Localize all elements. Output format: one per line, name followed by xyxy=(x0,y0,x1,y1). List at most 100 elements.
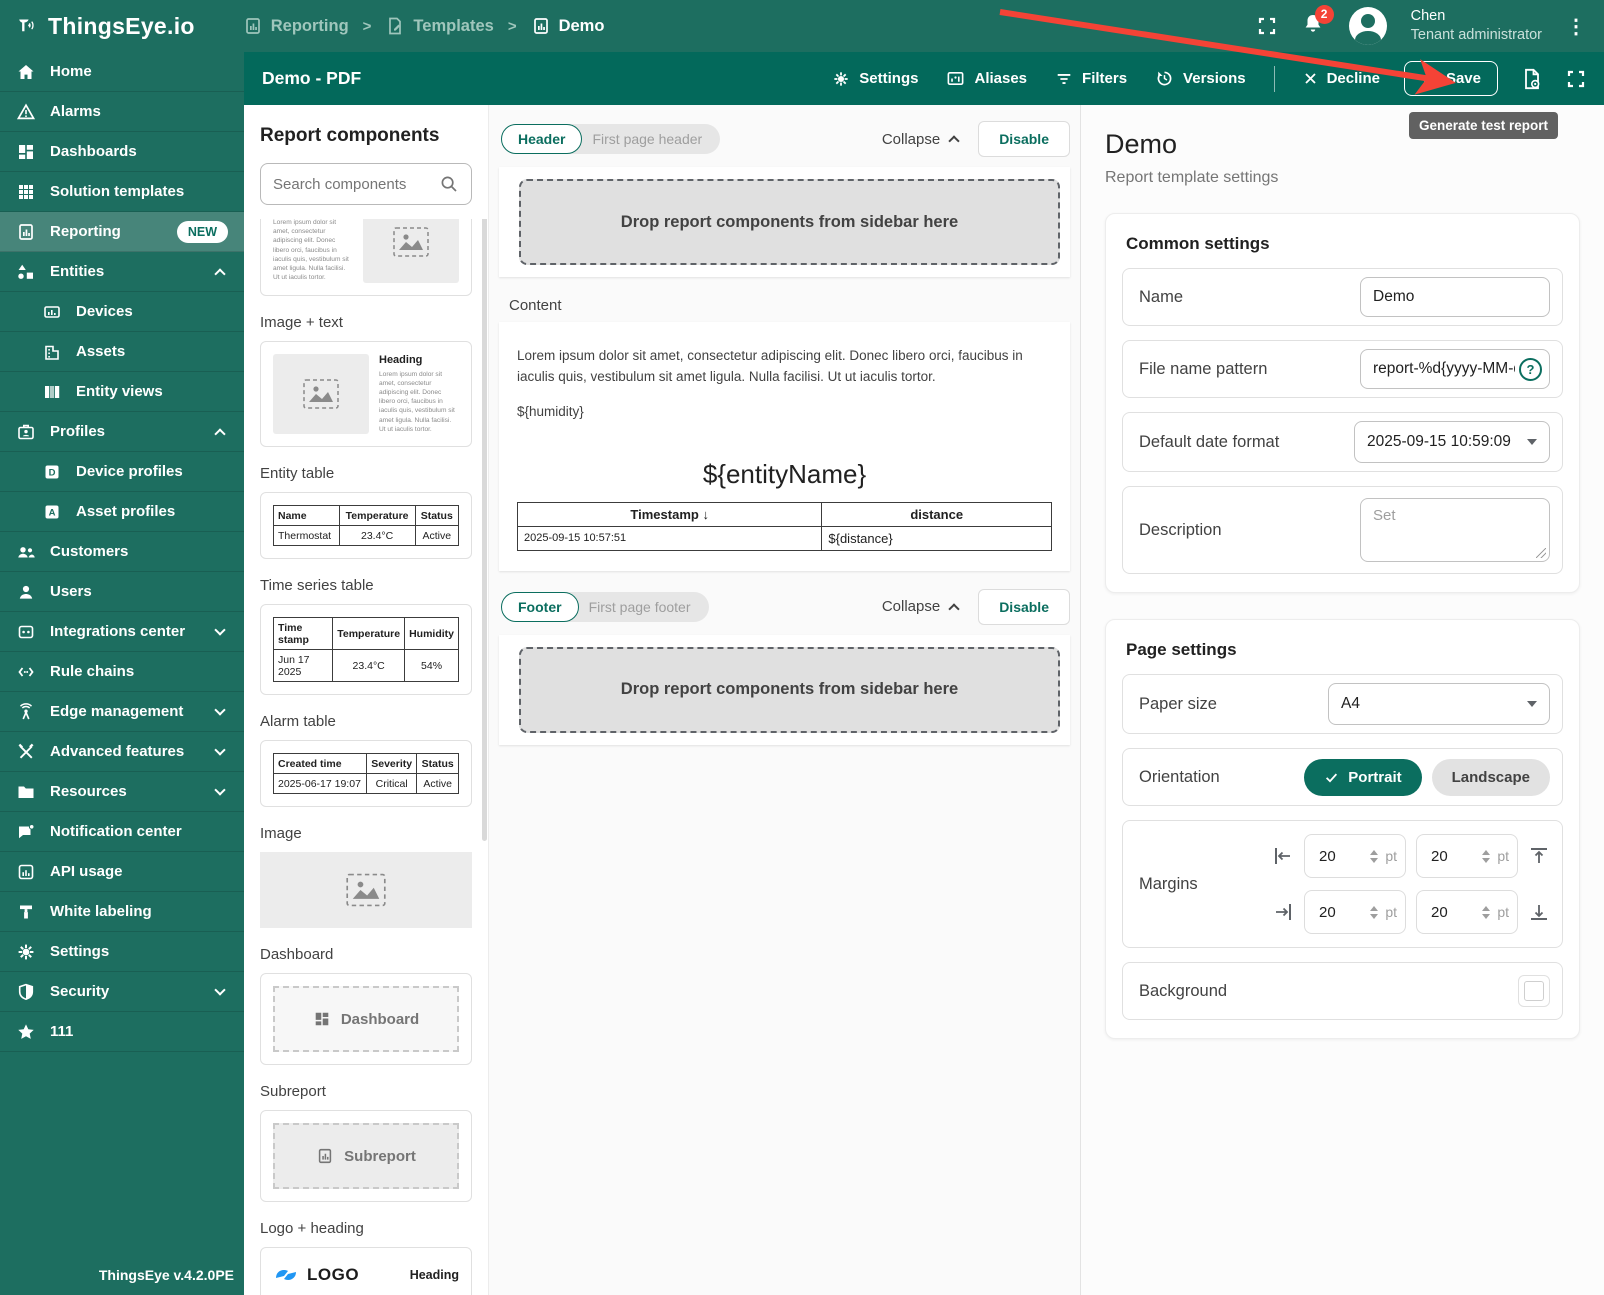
header-disable-button[interactable]: Disable xyxy=(978,121,1070,157)
margin-value-input[interactable] xyxy=(1431,903,1465,921)
sidebar-item-customers[interactable]: Customers xyxy=(0,532,244,572)
sidebar-item-api-usage[interactable]: API usage xyxy=(0,852,244,892)
first-page-footer-tab[interactable]: First page footer xyxy=(562,591,709,622)
sidebar-item-home[interactable]: Home xyxy=(0,52,244,92)
header-dropzone[interactable]: Drop report components from sidebar here xyxy=(519,179,1060,265)
sidebar-item-profiles[interactable]: Profiles xyxy=(0,412,244,452)
sidebar-item-users[interactable]: Users xyxy=(0,572,244,612)
stepper-arrows[interactable] xyxy=(1370,849,1379,863)
components-scrollbar[interactable] xyxy=(482,201,487,841)
footer-tab[interactable]: Footer xyxy=(501,591,579,622)
paper-size-select[interactable]: A4 xyxy=(1328,683,1550,725)
help-icon[interactable]: ? xyxy=(1519,358,1542,381)
sidebar-item-integrations-center[interactable]: Integrations center xyxy=(0,612,244,652)
distance-column-header[interactable]: distance xyxy=(821,501,1052,527)
versions-button[interactable]: Versions xyxy=(1155,69,1246,88)
search-input[interactable] xyxy=(273,175,439,193)
component-entity-table[interactable]: Name Temperature Status Thermostat 23.4°… xyxy=(260,492,472,560)
save-button[interactable]: Save xyxy=(1403,61,1498,96)
name-label: Name xyxy=(1139,287,1184,306)
user-info[interactable]: Chen Tenant administrator xyxy=(1411,7,1542,45)
default-date-format-select[interactable]: 2025-09-15 10:59:09 xyxy=(1354,421,1550,463)
section-label-subreport: Subreport xyxy=(260,1083,326,1101)
sidebar-item-white-labeling[interactable]: White labeling xyxy=(0,892,244,932)
sidebar-item-asset-profiles[interactable]: A Asset profiles xyxy=(0,492,244,532)
footer-disable-button[interactable]: Disable xyxy=(978,588,1070,625)
image-placeholder-icon xyxy=(303,379,339,409)
component-dashboard[interactable]: Dashboard xyxy=(260,973,472,1066)
avatar[interactable] xyxy=(1348,7,1387,45)
header-tab[interactable]: Header xyxy=(501,124,583,154)
portrait-toggle[interactable]: Portrait xyxy=(1304,758,1422,796)
component-logo-heading[interactable]: LOGO Heading xyxy=(260,1247,472,1295)
filters-button[interactable]: Filters xyxy=(1055,70,1127,88)
default-date-format-label: Default date format xyxy=(1139,432,1280,451)
sidebar-item-edge-management[interactable]: Edge management xyxy=(0,692,244,732)
header-collapse-button[interactable]: Collapse xyxy=(882,131,960,148)
filter-icon xyxy=(1057,73,1071,84)
sidebar-item-reporting[interactable]: Reporting NEW xyxy=(0,212,244,252)
notifications-button[interactable]: 2 xyxy=(1301,4,1334,41)
breadcrumb-templates[interactable]: Templates xyxy=(385,16,494,36)
sidebar-item-devices[interactable]: Devices xyxy=(0,292,244,332)
search-components-box[interactable] xyxy=(260,163,472,205)
sidebar-item-alarms[interactable]: Alarms xyxy=(0,92,244,132)
sidebar-item-111[interactable]: 111 xyxy=(0,1012,244,1052)
fullscreen-icon[interactable] xyxy=(1566,69,1586,89)
name-input[interactable] xyxy=(1373,288,1537,306)
breadcrumb-reporting[interactable]: Reporting xyxy=(243,16,349,36)
decline-button[interactable]: Decline xyxy=(1303,70,1380,87)
sidebar-item-device-profiles[interactable]: D Device profiles xyxy=(0,452,244,492)
sidebar-item-assets[interactable]: Assets xyxy=(0,332,244,372)
resize-handle[interactable] xyxy=(1536,548,1546,558)
timestamp-column-header[interactable]: Timestamp ↓ xyxy=(516,501,823,527)
margin-value-input[interactable] xyxy=(1319,847,1353,865)
margin-value-input[interactable] xyxy=(1319,903,1353,921)
margin-value-input[interactable] xyxy=(1431,847,1465,865)
component-time-series-table[interactable]: Time stamp Temperature Humidity Jun 17 2… xyxy=(260,604,472,696)
app-logo[interactable]: ThingsEye.io xyxy=(18,13,195,40)
stepper-arrows[interactable] xyxy=(1482,849,1491,863)
sidebar-item-entity-views[interactable]: Entity views xyxy=(0,372,244,412)
component-text-image[interactable]: Heading Lorem ipsum dolor sit amet, cons… xyxy=(260,219,472,296)
sidebar-item-entities[interactable]: Entities xyxy=(0,252,244,292)
sidebar-item-rule-chains[interactable]: Rule chains xyxy=(0,652,244,692)
component-subreport[interactable]: Subreport xyxy=(260,1110,472,1203)
reporting-icon xyxy=(245,18,260,34)
report-template-icon xyxy=(533,18,548,34)
breadcrumb-demo[interactable]: Demo xyxy=(531,16,604,36)
sidebar-item-settings[interactable]: Settings xyxy=(0,932,244,972)
sidebar-item-solution-templates[interactable]: Solution templates xyxy=(0,172,244,212)
content-panel[interactable]: Lorem ipsum dolor sit amet, consectetur … xyxy=(499,322,1070,571)
more-menu-icon[interactable]: ⋮ xyxy=(1566,14,1586,39)
component-image[interactable] xyxy=(260,852,472,929)
stepper-arrows[interactable] xyxy=(1482,905,1491,919)
dropdown-caret-icon xyxy=(1527,701,1537,707)
generate-test-report-button[interactable] xyxy=(1520,67,1544,91)
background-color-swatch[interactable] xyxy=(1518,975,1550,1007)
first-page-header-tab[interactable]: First page header xyxy=(566,124,721,154)
fullscreen-icon[interactable] xyxy=(1257,16,1277,36)
margins-label: Margins xyxy=(1139,874,1198,893)
sidebar-item-resources[interactable]: Resources xyxy=(0,772,244,812)
component-alarm-table[interactable]: Created time Severity Status 2025-06-17 … xyxy=(260,740,472,808)
component-image-text[interactable]: Heading Lorem ipsum dolor sit amet, cons… xyxy=(260,340,472,448)
landscape-toggle[interactable]: Landscape xyxy=(1431,758,1550,796)
sidebar-item-security[interactable]: Security xyxy=(0,972,244,1012)
table-cell-distance: ${distance} xyxy=(821,525,1052,551)
stepper-arrows[interactable] xyxy=(1370,905,1379,919)
aliases-button[interactable]: Aliases xyxy=(946,69,1027,88)
footer-dropzone[interactable]: Drop report components from sidebar here xyxy=(519,646,1060,733)
description-textarea[interactable] xyxy=(1361,499,1549,561)
file-name-pattern-input[interactable] xyxy=(1373,360,1515,378)
chevron-down-icon xyxy=(214,703,226,716)
report-generate-icon xyxy=(1525,68,1540,89)
sidebar-item-advanced-features[interactable]: Advanced features xyxy=(0,732,244,772)
footer-collapse-button[interactable]: Collapse xyxy=(882,598,960,615)
sidebar-item-notification-center[interactable]: Notification center xyxy=(0,812,244,852)
check-icon xyxy=(1326,773,1338,783)
settings-button[interactable]: Settings xyxy=(832,70,918,88)
file-name-pattern-row: File name pattern ? xyxy=(1122,340,1563,398)
image-placeholder-icon xyxy=(346,873,386,907)
sidebar-item-dashboards[interactable]: Dashboards xyxy=(0,132,244,172)
